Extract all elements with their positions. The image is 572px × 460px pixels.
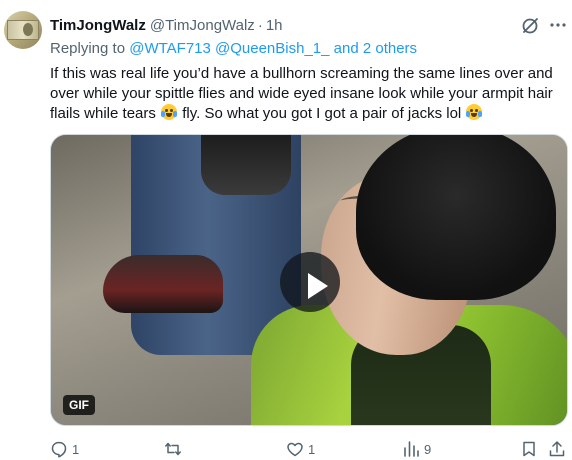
replying-to-label: Replying to (50, 40, 126, 57)
gif-shoe-dark (201, 135, 291, 195)
reply-count: 1 (72, 441, 80, 457)
author-name[interactable]: TimJongWalz (50, 17, 146, 34)
more-options-icon[interactable] (549, 16, 567, 34)
bookmark-icon (523, 441, 535, 457)
heart-icon (287, 442, 303, 457)
replying-to: Replying to @WTAF713 @QueenBish_1_ and 2… (50, 40, 417, 57)
reply-button[interactable]: 1 (50, 440, 79, 458)
grok-icon[interactable] (520, 16, 540, 36)
action-bar: 1 1 9 (50, 440, 570, 460)
loudly-crying-face-icon (161, 104, 178, 120)
reply-mentions-link[interactable]: @WTAF713 @QueenBish_1_ and 2 others (129, 40, 417, 57)
tweet-header: TimJongWalz @TimJongWalz · 1h (50, 16, 283, 34)
views-icon (404, 441, 419, 457)
like-button[interactable]: 1 (286, 440, 315, 458)
gif-media[interactable]: GIF (50, 134, 568, 426)
retweet-button[interactable] (164, 440, 186, 458)
reply-icon (51, 441, 67, 458)
like-count: 1 (308, 441, 316, 457)
tweet-text: If this was real life you’d have a bullh… (50, 64, 566, 124)
avatar[interactable] (4, 11, 42, 49)
tweet-text-part2: fly. So what you got I got a pair of jac… (182, 105, 462, 122)
share-icon (549, 441, 565, 457)
gif-hat (356, 135, 556, 300)
separator-dot: · (257, 16, 263, 34)
play-icon[interactable] (280, 252, 340, 312)
timestamp[interactable]: 1h (266, 17, 283, 34)
face-with-tears-of-joy-icon (466, 104, 483, 120)
views-button[interactable]: 9 (402, 440, 431, 458)
views-count: 9 (424, 441, 432, 457)
share-button[interactable] (548, 440, 566, 458)
tweet[interactable]: TimJongWalz @TimJongWalz · 1h Replying t… (0, 0, 572, 460)
gif-shoe-red (103, 255, 223, 313)
author-handle[interactable]: @TimJongWalz (150, 17, 255, 34)
bookmark-button[interactable] (520, 440, 538, 458)
gif-badge: GIF (63, 395, 95, 415)
avatar-portrait (23, 23, 33, 36)
retweet-icon (165, 442, 181, 456)
